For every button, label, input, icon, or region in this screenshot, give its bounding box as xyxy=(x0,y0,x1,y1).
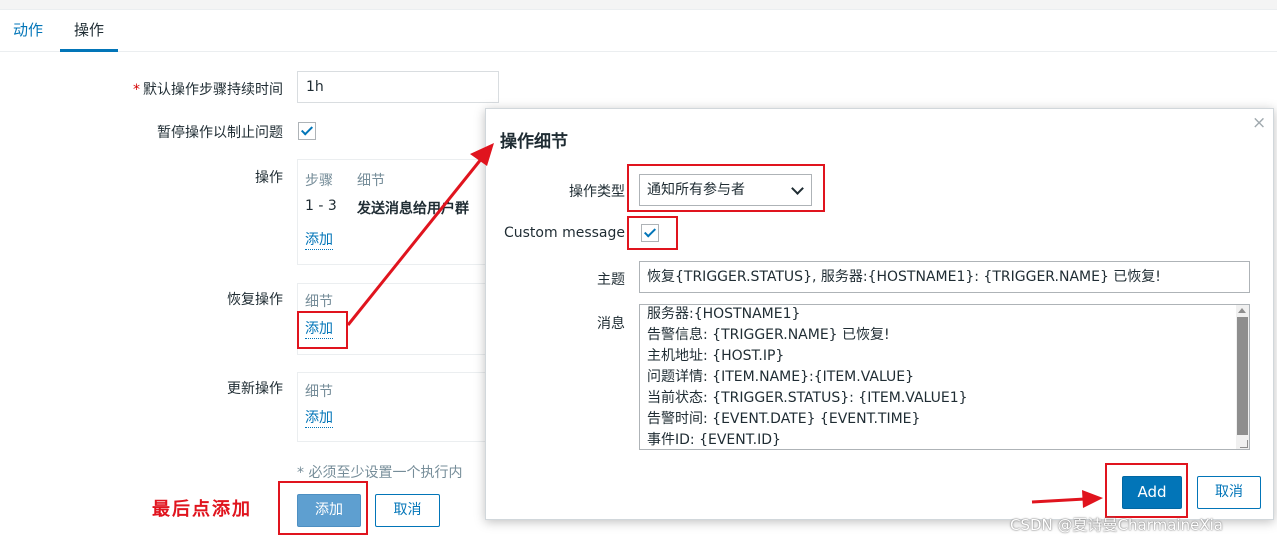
subject-input[interactable]: 恢复{TRIGGER.STATUS}, 服务器:{HOSTNAME1}: {TR… xyxy=(639,261,1250,293)
message-line: 告警时间: {EVENT.DATE} {EVENT.TIME} xyxy=(647,411,921,427)
operations-row-detail: 发送消息给用户群 xyxy=(357,201,469,217)
highlight-operation-type xyxy=(627,164,825,212)
operations-row-steps: 1 - 3 xyxy=(305,198,337,214)
highlight-dialog-add xyxy=(1105,463,1188,518)
scroll-thumb[interactable] xyxy=(1237,317,1248,435)
update-label: 更新操作 xyxy=(227,381,283,397)
pause-label: 暂停操作以制止问题 xyxy=(157,125,283,141)
required-note: * 必须至少设置一个执行内 xyxy=(297,465,463,481)
recovery-header-detail: 细节 xyxy=(305,294,333,310)
operation-type-label: 操作类型 xyxy=(569,184,625,200)
update-header-detail: 细节 xyxy=(305,384,333,400)
required-mark: * xyxy=(133,82,140,98)
update-add-link[interactable]: 添加 xyxy=(305,410,333,428)
message-line: 当前状态: {TRIGGER.STATUS}: {ITEM.VALUE1} xyxy=(647,390,968,406)
default-duration-label: * 默认操作步骤持续时间 xyxy=(100,79,283,99)
operations-header-detail: 细节 xyxy=(357,173,385,189)
custom-message-label: Custom message xyxy=(503,225,625,241)
scroll-up-arrow-icon[interactable] xyxy=(1238,308,1246,313)
annotation-text: 最后点添加 xyxy=(152,499,252,520)
pause-checkbox[interactable] xyxy=(298,122,316,140)
message-label: 消息 xyxy=(597,316,625,332)
dialog-cancel-button[interactable]: 取消 xyxy=(1197,476,1261,509)
message-line: 事件ID: {EVENT.ID} xyxy=(647,432,781,448)
operation-details-dialog: 操作细节 × 操作类型 通知所有参与者 Custom message 主题 恢复… xyxy=(485,108,1274,520)
message-scrollbar[interactable] xyxy=(1236,305,1249,449)
subject-label: 主题 xyxy=(597,272,625,288)
operations-add-link[interactable]: 添加 xyxy=(305,232,333,250)
tab-actions[interactable]: 动作 xyxy=(13,10,43,52)
message-textarea[interactable]: 服务器:{HOSTNAME1} 告警信息: {TRIGGER.NAME} 已恢复… xyxy=(639,304,1250,450)
watermark: CSDN @夏诗曼CharmaineXia xyxy=(1010,516,1223,534)
default-duration-input[interactable]: 1h xyxy=(297,71,499,103)
resize-grip-icon[interactable] xyxy=(1240,440,1248,448)
tab-bar: 动作 操作 xyxy=(0,10,1277,52)
message-line: 问题详情: {ITEM.NAME}:{ITEM.VALUE} xyxy=(647,369,915,385)
top-bar xyxy=(0,0,1277,10)
check-icon xyxy=(300,123,314,136)
tab-operations[interactable]: 操作 xyxy=(60,10,118,52)
highlight-custom-message xyxy=(627,216,678,250)
default-duration-label-text: 默认操作步骤持续时间 xyxy=(143,82,283,98)
close-icon[interactable]: × xyxy=(1252,113,1266,133)
message-line: 主机地址: {HOST.IP} xyxy=(647,348,785,364)
message-line: 告警信息: {TRIGGER.NAME} 已恢复! xyxy=(647,327,890,343)
dialog-title: 操作细节 xyxy=(500,132,568,152)
highlight-recovery-add xyxy=(297,311,348,349)
operations-label: 操作 xyxy=(255,170,283,186)
highlight-form-add xyxy=(278,481,368,535)
form-cancel-button[interactable]: 取消 xyxy=(375,494,440,527)
recovery-label: 恢复操作 xyxy=(227,292,283,308)
operations-header-steps: 步骤 xyxy=(305,173,333,189)
message-line: 服务器:{HOSTNAME1} xyxy=(647,306,801,322)
